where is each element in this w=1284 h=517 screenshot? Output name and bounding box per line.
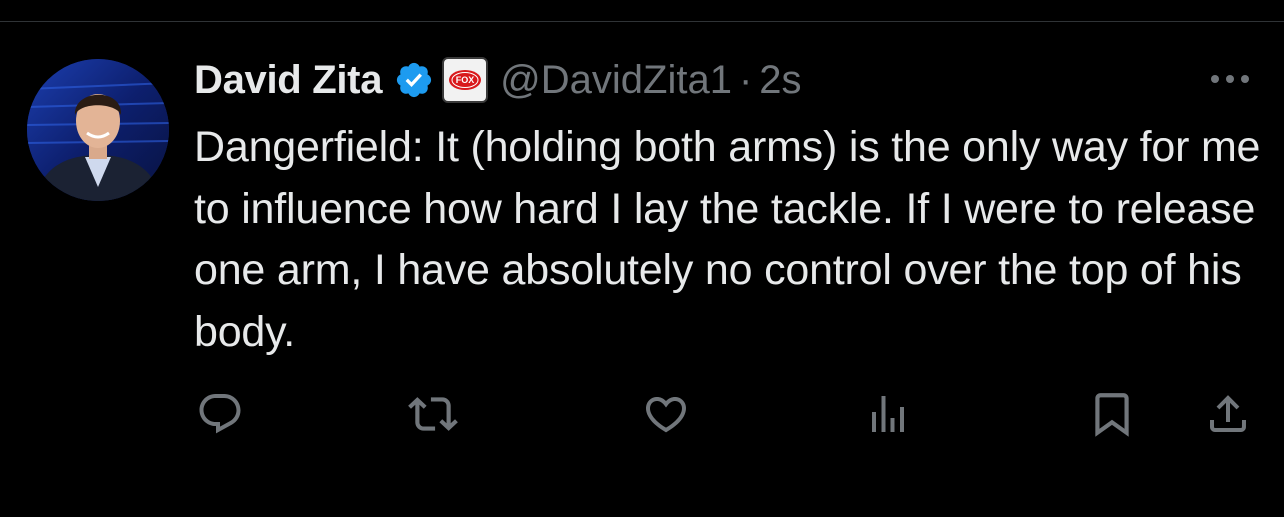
retweet-icon[interactable]	[407, 388, 459, 440]
tweet-text: Dangerfield: It (holding both arms) is t…	[194, 123, 1261, 356]
separator-dot: ·	[738, 57, 753, 102]
views-bar-chart-icon[interactable]	[862, 388, 914, 440]
affiliate-badge-text: FOX	[456, 75, 475, 85]
bookmark-icon[interactable]	[1086, 388, 1138, 440]
verified-check-icon[interactable]	[394, 60, 434, 100]
fox-footy-badge-icon[interactable]: FOX	[442, 57, 489, 103]
share-icon[interactable]	[1202, 388, 1254, 440]
reply-icon[interactable]	[194, 388, 246, 440]
heart-icon[interactable]	[640, 388, 692, 440]
more-dots-icon[interactable]	[1206, 62, 1254, 96]
display-name[interactable]: David Zita	[194, 58, 382, 103]
timestamp[interactable]: 2s	[759, 58, 801, 103]
tweet-header: David Zita FOX @DavidZita1 · 2s	[194, 54, 802, 106]
handle[interactable]: @DavidZita1	[500, 58, 732, 103]
top-divider	[0, 21, 1284, 22]
avatar[interactable]	[27, 59, 169, 201]
